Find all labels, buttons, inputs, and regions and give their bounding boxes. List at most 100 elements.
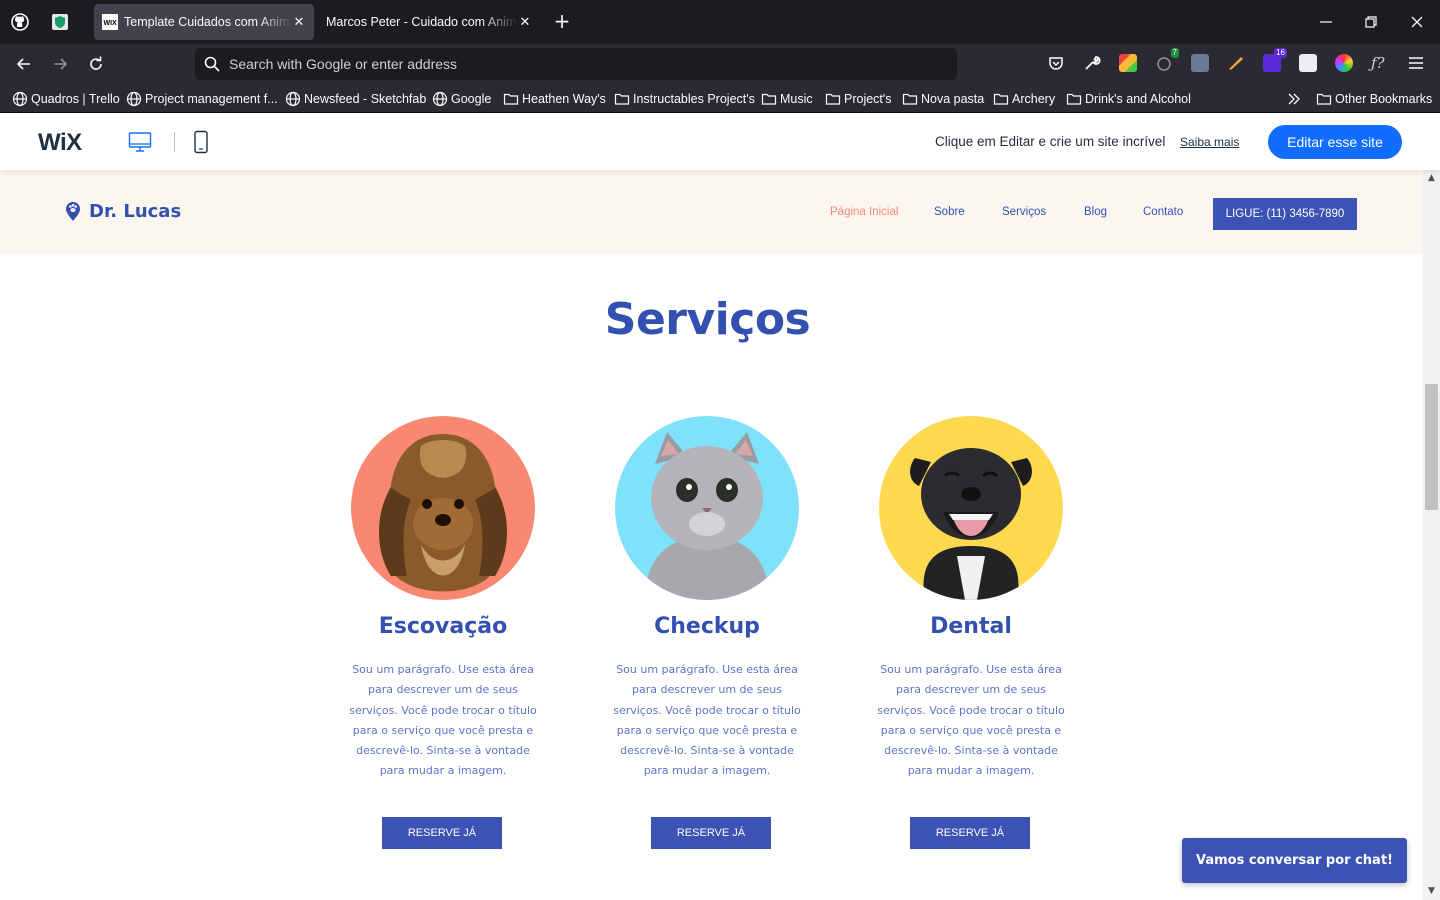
bookmark-label: Quadros | Trello [31, 92, 120, 106]
reserve-button[interactable]: RESERVE JÁ [382, 817, 502, 849]
close-tab-icon[interactable]: ✕ [518, 14, 532, 30]
wrench-icon[interactable] [1083, 54, 1101, 72]
page-scrollbar[interactable]: ▲ ▼ [1423, 170, 1440, 900]
scroll-up-arrow-icon[interactable]: ▲ [1423, 170, 1440, 187]
globe-icon [432, 91, 448, 107]
bookmark-label: Project's [844, 92, 892, 106]
service-description: Sou um parágrafo. Use esta área para des… [877, 663, 1065, 778]
tab-title: Marcos Peter - Cuidado com Animais [326, 15, 518, 29]
bookmark-label: Project management f... [145, 92, 278, 106]
yorkie-dog-image [351, 416, 535, 600]
bookmark-label: Google [451, 92, 492, 106]
github-icon[interactable] [10, 12, 30, 32]
search-icon [203, 55, 221, 73]
forward-arrow-icon[interactable] [50, 54, 70, 74]
menu-item-pagina-inicial[interactable]: Página Inicial [830, 206, 898, 218]
bookmark-label: Instructables Project's [633, 92, 755, 106]
other-bookmarks-folder[interactable]: Other Bookmarks [1316, 90, 1432, 108]
restore-icon[interactable] [1361, 12, 1381, 32]
tab-marcos-peter[interactable]: Marcos Peter - Cuidado com Animais ✕ [318, 4, 540, 40]
bookmark-folder[interactable]: Instructables Project's [614, 90, 755, 108]
menu-item-blog[interactable]: Blog [1084, 206, 1107, 218]
site-content: Dr. Lucas Página Inicial Sobre Serviços … [0, 170, 1423, 900]
wix-favicon-icon: WIX [102, 14, 118, 30]
close-tab-icon[interactable]: ✕ [292, 14, 306, 30]
brand-name: Dr. Lucas [89, 200, 182, 222]
bookmark-label: Music [780, 92, 813, 106]
bookmark-label: Heathen Way's [522, 92, 606, 106]
service-title: Escovação [378, 614, 508, 639]
folder-icon [1316, 93, 1332, 105]
globe-icon [285, 91, 301, 107]
bookmark-label: Other Bookmarks [1335, 92, 1433, 106]
more-bookmarks-chevron-icon[interactable] [1286, 90, 1305, 108]
hamburger-menu-icon[interactable] [1407, 54, 1425, 72]
pocket-icon[interactable] [1047, 54, 1065, 72]
edit-site-button[interactable]: Editar esse site [1268, 125, 1402, 159]
close-window-icon[interactable] [1407, 12, 1427, 32]
shield-icon[interactable] [50, 12, 70, 32]
reserve-button[interactable]: RESERVE JÁ [651, 817, 771, 849]
bookmark-item[interactable]: Newsfeed - Sketchfab [285, 90, 426, 108]
learn-more-link[interactable]: Saiba mais [1180, 135, 1239, 149]
divider [174, 132, 175, 152]
bookmark-folder[interactable]: Nova pasta [902, 90, 984, 108]
shield-extension-icon[interactable]: 16 [1263, 48, 1287, 72]
call-button[interactable]: LIGUE: (11) 3456-7890 [1213, 198, 1357, 230]
reload-icon[interactable] [86, 54, 106, 74]
menu-item-sobre[interactable]: Sobre [934, 206, 965, 218]
paw-pin-icon [66, 202, 80, 221]
color-grid-extension-icon[interactable] [1119, 54, 1137, 72]
bookmark-label: Drink's and Alcohol [1085, 92, 1191, 106]
back-arrow-icon[interactable] [14, 54, 34, 74]
desktop-view-icon[interactable] [128, 130, 152, 154]
menu-item-contato[interactable]: Contato [1143, 206, 1183, 218]
bookmark-folder[interactable]: Project's [825, 90, 892, 108]
notes-extension-icon[interactable] [1299, 54, 1317, 72]
wix-top-bar: WiX Clique em Editar e crie um site incr… [0, 113, 1440, 170]
navigation-toolbar: 7 16 ƒ? [0, 44, 1440, 84]
globe-icon [126, 91, 142, 107]
bookmark-label: Newsfeed - Sketchfab [304, 92, 427, 106]
bookmark-folder[interactable]: Archery [993, 90, 1055, 108]
pitbull-dog-image [879, 416, 1063, 600]
bookmark-label: Archery [1012, 92, 1056, 106]
service-title: Checkup [654, 614, 760, 639]
font-finder-extension-icon[interactable]: ƒ? [1371, 54, 1389, 72]
service-description: Sou um parágrafo. Use esta área para des… [349, 663, 537, 778]
minimize-icon[interactable] [1316, 12, 1336, 32]
grey-cat-image [615, 416, 799, 600]
section-title: Serviços [604, 294, 811, 345]
folder-icon [993, 93, 1009, 105]
paint-extension-icon[interactable] [1227, 54, 1245, 72]
screenshot-extension-icon[interactable] [1191, 54, 1209, 72]
folder-icon [614, 93, 630, 105]
scroll-down-arrow-icon[interactable]: ▼ [1423, 883, 1440, 900]
menu-item-servicos[interactable]: Serviços [1002, 206, 1046, 218]
chat-button[interactable]: Vamos conversar por chat! [1182, 838, 1407, 883]
reserve-button[interactable]: RESERVE JÁ [910, 817, 1030, 849]
folder-icon [902, 93, 918, 105]
wix-promo-text: Clique em Editar e crie um site incrível [935, 134, 1166, 149]
bookmark-item[interactable]: Quadros | Trello [12, 90, 120, 108]
color-picker-extension-icon[interactable] [1335, 54, 1353, 72]
address-bar[interactable] [195, 48, 957, 80]
bookmark-folder[interactable]: Music [761, 90, 813, 108]
wix-logo[interactable]: WiX [38, 129, 82, 157]
bookmark-folder[interactable]: Heathen Way's [503, 90, 606, 108]
new-tab-plus-icon[interactable]: + [552, 11, 572, 32]
bookmark-folder[interactable]: Drink's and Alcohol [1066, 90, 1191, 108]
bookmark-item[interactable]: Project management f... [126, 90, 278, 108]
scroll-thumb[interactable] [1425, 384, 1438, 510]
bookmark-label: Nova pasta [921, 92, 985, 106]
tab-template-cuidados[interactable]: WIX Template Cuidados com Animais ✕ [94, 4, 314, 40]
folder-icon [503, 93, 519, 105]
svg-text:WIX: WIX [104, 20, 118, 27]
address-input[interactable] [229, 52, 929, 76]
folder-icon [761, 93, 777, 105]
extension-badge: 7 [1170, 48, 1179, 58]
monitor-extension-icon[interactable]: 7 [1155, 48, 1179, 72]
site-brand[interactable]: Dr. Lucas [64, 200, 181, 222]
bookmark-item[interactable]: Google [432, 90, 491, 108]
mobile-view-icon[interactable] [192, 130, 210, 154]
